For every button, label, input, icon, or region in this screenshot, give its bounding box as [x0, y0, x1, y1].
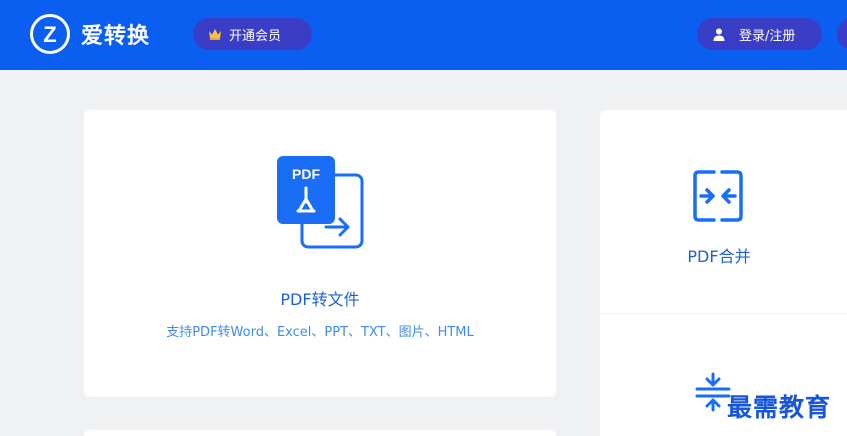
svg-text:Z: Z [43, 22, 56, 47]
pdf-to-file-card[interactable]: PDF PDF转文件 支持PDF转Word、Excel、PPT、TXT、图片、H… [84, 110, 556, 397]
header-extra-button[interactable] [837, 18, 847, 50]
vip-membership-button[interactable]: 开通会员 [193, 18, 312, 50]
pdf-convert-icon: PDF [277, 156, 364, 249]
vip-membership-label: 开通会员 [229, 28, 282, 44]
pdf-merge-tool[interactable]: PDF合并 [600, 110, 838, 313]
login-register-label: 登录/注册 [739, 28, 796, 44]
svg-text:PDF: PDF [292, 166, 320, 182]
top-navigation-bar: Z 爱转换 开通会员 登录/注册 [0, 0, 847, 70]
login-register-button[interactable]: 登录/注册 [697, 18, 822, 50]
brand[interactable]: Z 爱转换 [30, 14, 150, 54]
pdf-to-file-title: PDF转文件 [280, 290, 360, 309]
z-logo-icon: Z [30, 14, 70, 54]
crown-icon [209, 29, 221, 40]
next-tool-card[interactable] [84, 430, 556, 436]
pdf-merge-icon [693, 170, 743, 222]
pdf-to-file-description: 支持PDF转Word、Excel、PPT、TXT、图片、HTML [166, 325, 474, 340]
pdf-merge-title: PDF合并 [687, 247, 751, 266]
watermark-text: 最需教育 [727, 393, 832, 422]
user-icon [713, 28, 725, 41]
brand-name: 爱转换 [81, 24, 151, 49]
